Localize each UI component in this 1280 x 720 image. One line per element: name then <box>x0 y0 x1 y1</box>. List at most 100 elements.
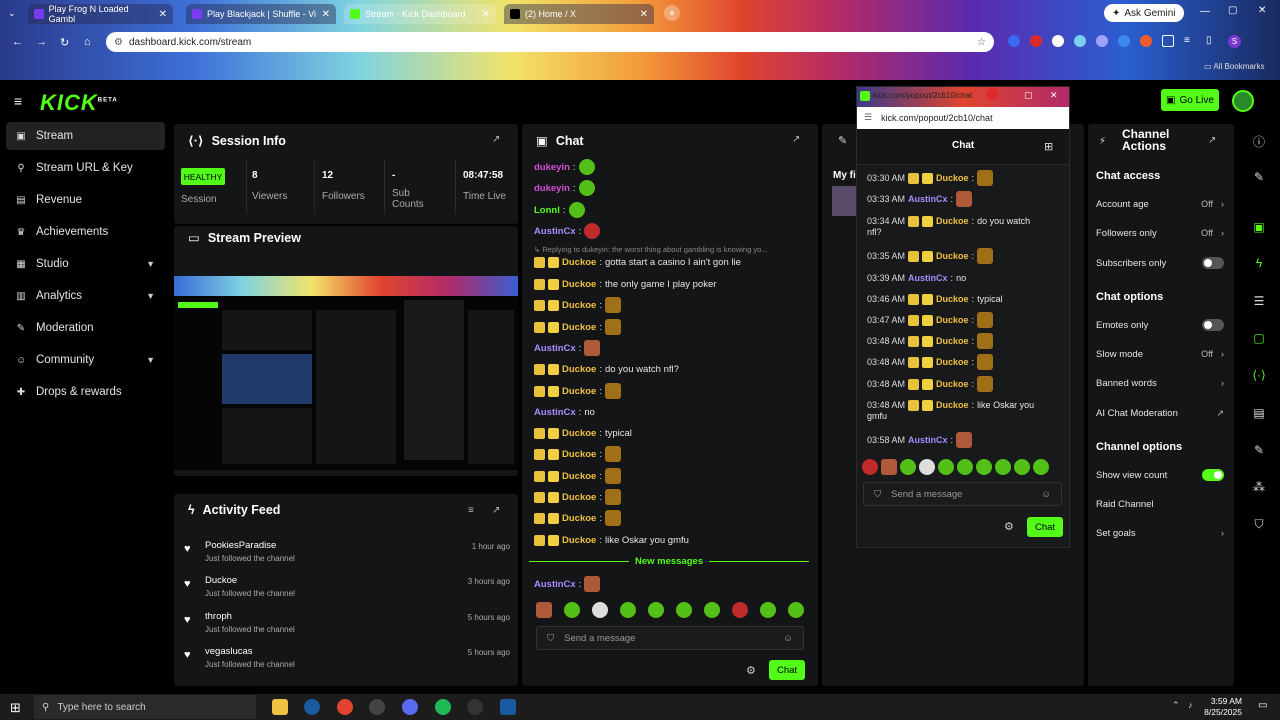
chat-username[interactable]: AustinCx <box>908 273 948 283</box>
shield-icon[interactable]: ⛉ <box>1240 509 1278 539</box>
tab-search-icon[interactable]: ⌄ <box>8 8 16 19</box>
ask-gemini-button[interactable]: ✦ Ask Gemini <box>1104 4 1184 22</box>
emote-icon[interactable] <box>1033 459 1049 475</box>
show-view-count-toggle[interactable] <box>1202 469 1224 481</box>
emote-icon[interactable] <box>919 459 935 475</box>
sidebar-item-revenue[interactable]: ▤ Revenue <box>6 186 165 214</box>
user-avatar[interactable] <box>1232 90 1254 112</box>
chat-username[interactable]: Duckoe <box>936 294 969 304</box>
bookmarks-folder[interactable]: ▭ All Bookmarks <box>1204 62 1264 71</box>
popout-icon[interactable]: ↗ <box>792 134 800 145</box>
browser-tab-2[interactable]: Play Blackjack | Shuffle - Vi ✕ <box>186 4 336 24</box>
chat-username[interactable]: Duckoe <box>562 428 596 439</box>
emote-icon[interactable] <box>957 459 973 475</box>
taskbar-clock[interactable]: 3:59 AM 8/25/2025 <box>1202 696 1242 718</box>
account-age-setting[interactable]: Account age Off › <box>1096 194 1224 214</box>
file-explorer-icon[interactable] <box>272 699 288 715</box>
chat-username[interactable]: Duckoe <box>562 322 596 333</box>
emote-icon[interactable] <box>620 602 636 618</box>
thumbnail-image[interactable] <box>832 186 856 216</box>
popup-message-input[interactable]: ⛉ Send a message ☺ <box>863 482 1062 506</box>
share-icon[interactable]: ⁂ <box>1240 472 1278 502</box>
sidebar-item-moderation[interactable]: ✎ Moderation <box>6 314 165 342</box>
extension-icon[interactable] <box>1096 35 1108 47</box>
emote-icon[interactable] <box>648 602 664 618</box>
chat-username[interactable]: Duckoe <box>562 257 596 268</box>
ai-chat-moderation-setting[interactable]: AI Chat Moderation ↗ <box>1096 403 1224 423</box>
obs-icon[interactable] <box>369 699 385 715</box>
tray-chevron-up-icon[interactable]: ⌃ <box>1172 700 1180 711</box>
go-live-button[interactable]: ▣ Go Live <box>1161 89 1219 111</box>
address-bar[interactable]: ⚙ dashboard.kick.com/stream ☆ <box>106 32 994 52</box>
info-icon[interactable]: ⓘ <box>1240 126 1278 156</box>
chat-send-button[interactable]: Chat <box>769 660 805 680</box>
sidebar-item-drops-rewards[interactable]: ✚ Drops & rewards <box>6 378 165 406</box>
new-tab-plus-icon[interactable]: + <box>664 5 680 21</box>
chat-username[interactable]: Duckoe <box>936 216 969 226</box>
chat-bubble-icon[interactable]: ▢ <box>1240 323 1278 353</box>
steam-icon[interactable] <box>304 699 320 715</box>
browser-tab-1[interactable]: Play Frog N Loaded Gambl ✕ <box>28 4 173 24</box>
followers-only-setting[interactable]: Followers only Off › <box>1096 223 1224 243</box>
set-goals-setting[interactable]: Set goals › <box>1096 523 1224 543</box>
emote-icon[interactable] <box>676 602 692 618</box>
sidebar-item-achievements[interactable]: ♛ Achievements <box>6 218 165 246</box>
slow-mode-setting[interactable]: Slow mode Off › <box>1096 344 1224 364</box>
browser-tab-4[interactable]: (2) Home / X ✕ <box>504 4 654 24</box>
chat-message-input[interactable]: ⛉ Send a message ☺ <box>536 626 804 650</box>
chat-username[interactable]: Duckoe <box>936 379 969 389</box>
chat-username[interactable]: Lonnl <box>534 205 560 216</box>
emote-icon[interactable] <box>592 602 608 618</box>
popout-icon[interactable]: ↗ <box>492 134 500 145</box>
sidebar-item-studio[interactable]: ▦ Studio ▼ <box>6 250 165 278</box>
extension-icon[interactable] <box>1074 35 1086 47</box>
chrome-icon[interactable] <box>337 699 353 715</box>
popout-icon[interactable]: ↗ <box>1208 135 1216 146</box>
minimize-icon[interactable]: — <box>1200 6 1210 17</box>
side-panel-icon[interactable]: ▯ <box>1206 35 1218 47</box>
emote-icon[interactable] <box>881 459 897 475</box>
maximize-icon[interactable]: ▢ <box>1228 5 1237 16</box>
wrench-icon[interactable]: ✎ <box>1240 435 1278 465</box>
chat-username[interactable]: dukeyin <box>534 183 570 194</box>
chat-username[interactable]: Duckoe <box>562 279 596 290</box>
popup-chat-send-button[interactable]: Chat <box>1027 517 1063 537</box>
extension-icon[interactable] <box>1118 35 1130 47</box>
extension-icon[interactable] <box>1052 35 1064 47</box>
sidebar-item-community[interactable]: ☺ Community ▼ <box>6 346 165 374</box>
chat-username[interactable]: Duckoe <box>936 173 969 183</box>
popup-settings-gear-icon[interactable]: ⚙ <box>1004 520 1014 533</box>
emote-icon[interactable] <box>732 602 748 618</box>
back-arrow-icon[interactable]: ← <box>12 36 23 48</box>
emote-icon[interactable] <box>862 459 878 475</box>
windows-start-icon[interactable]: ⊞ <box>10 700 21 716</box>
profile-avatar-icon[interactable]: S <box>1228 35 1241 48</box>
browser-tab-3[interactable]: Stream - Kick Dashboard ✕ <box>344 4 496 24</box>
gift-icon[interactable]: ⊞ <box>1044 140 1053 153</box>
list-icon[interactable]: ☰ <box>1240 286 1278 316</box>
emote-icon[interactable] <box>976 459 992 475</box>
chat-username[interactable]: dukeyin <box>534 162 570 173</box>
sidebar-item-stream-url-key[interactable]: ⚲ Stream URL & Key <box>6 154 165 182</box>
emote-icon[interactable] <box>788 602 804 618</box>
extension-icon[interactable] <box>1140 35 1152 47</box>
chat-username[interactable]: AustinCx <box>534 407 576 418</box>
kick-logo[interactable]: KICKBETA <box>40 90 118 116</box>
extension-icon[interactable] <box>1008 35 1020 47</box>
chat-settings-gear-icon[interactable]: ⚙ <box>746 664 756 677</box>
discord-icon[interactable] <box>402 699 418 715</box>
site-info-icon[interactable]: ⚙ <box>114 37 123 48</box>
chat-username[interactable]: Duckoe <box>562 300 596 311</box>
tab-close-icon[interactable]: ✕ <box>482 9 490 20</box>
emote-icon[interactable] <box>995 459 1011 475</box>
sidebar-item-analytics[interactable]: ▥ Analytics ▼ <box>6 282 165 310</box>
site-settings-icon[interactable]: ☰ <box>864 112 872 123</box>
tab-close-icon[interactable]: ✕ <box>322 9 330 20</box>
lightning-icon[interactable]: ϟ <box>1240 248 1278 278</box>
sidebar-item-stream[interactable]: ▣ Stream <box>6 122 165 150</box>
home-icon[interactable]: ⌂ <box>84 36 91 48</box>
emote-icon[interactable] <box>900 459 916 475</box>
steam-small-icon[interactable] <box>500 699 516 715</box>
emote-icon[interactable] <box>704 602 720 618</box>
chat-username[interactable]: Duckoe <box>936 315 969 325</box>
